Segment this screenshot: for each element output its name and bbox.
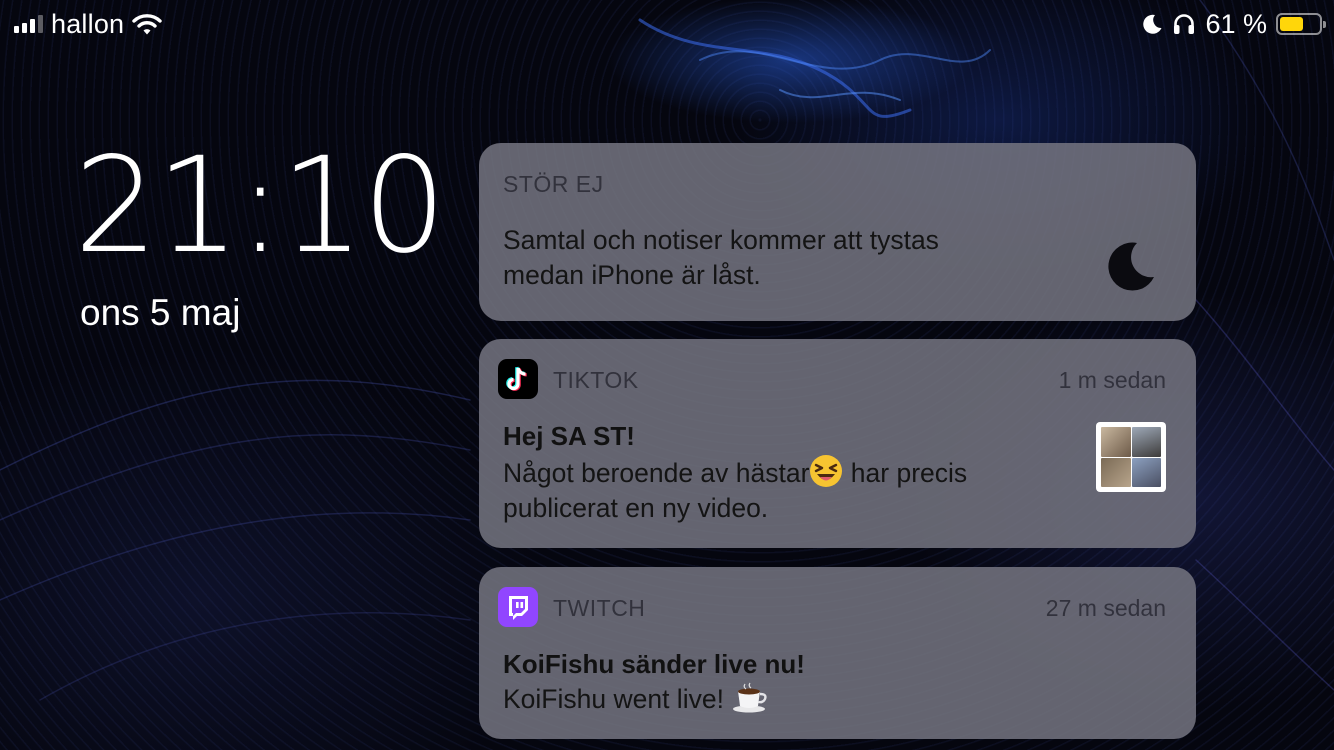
moon-icon	[1108, 242, 1154, 291]
notification-body-text: Något beroende av hästar	[503, 458, 810, 488]
headphones-icon	[1174, 14, 1195, 34]
carrier-name: hallon	[51, 8, 125, 39]
status-right: 61 %	[1141, 8, 1326, 40]
battery-nub	[1323, 21, 1326, 28]
cellular-signal-icon	[14, 15, 43, 33]
tiktok-icon	[498, 359, 538, 399]
wifi-icon	[132, 14, 162, 35]
notification-app-name: TWITCH	[553, 595, 646, 621]
notification-do-not-disturb[interactable]: STÖR EJ Samtal och notiser kommer att ty…	[479, 143, 1196, 321]
notification-body-text: har precis	[843, 458, 968, 488]
notification-app-name: TIKTOK	[553, 367, 639, 393]
battery-percentage: 61 %	[1205, 8, 1267, 39]
moon-icon	[1143, 14, 1162, 34]
status-bar: hallon 61 %	[0, 0, 1334, 48]
notification-body-line: Något beroende av hästar har precis	[503, 454, 967, 491]
notification-body-line: Samtal och notiser kommer att tystas	[503, 225, 939, 255]
notification-body-text: KoiFishu went live!	[503, 684, 724, 714]
notification-title: KoiFishu sänder live nu!	[503, 649, 805, 679]
notification-twitch[interactable]: TWITCH 27 m sedan KoiFishu sänder live n…	[479, 567, 1196, 739]
lock-screen-date: ons 5 maj	[80, 292, 241, 333]
notification-tiktok[interactable]: TIKTOK 1 m sedan Hej SA ST! Något beroen…	[479, 339, 1196, 548]
notification-body: Samtal och notiser kommer att tystas med…	[503, 223, 939, 293]
video-thumbnail	[1096, 422, 1166, 492]
battery-level-fill	[1280, 17, 1303, 31]
lock-screen-clock: 21:10	[74, 129, 446, 283]
notification-body: Något beroende av hästar har precis publ…	[503, 454, 967, 526]
notification-title: Hej SA ST!	[503, 421, 635, 451]
status-left: hallon	[14, 8, 162, 40]
battery-icon	[1276, 13, 1326, 35]
laughing-emoji-icon	[810, 455, 843, 487]
notification-body-line: medan iPhone är låst.	[503, 260, 761, 290]
twitch-icon	[498, 587, 538, 627]
notification-body-line: publicerat en ny video.	[503, 493, 769, 523]
notification-timestamp: 1 m sedan	[1058, 367, 1166, 393]
coffee-emoji-icon	[733, 682, 767, 713]
notification-app-name: STÖR EJ	[503, 171, 604, 197]
notification-body: KoiFishu went live!	[503, 682, 771, 717]
notification-timestamp: 27 m sedan	[1045, 595, 1166, 621]
